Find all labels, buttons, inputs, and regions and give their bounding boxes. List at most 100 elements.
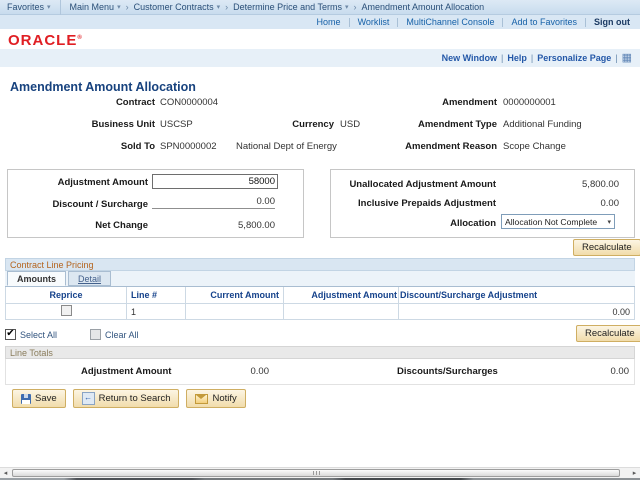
main-menu[interactable]: Main Menu ▾	[70, 2, 121, 12]
scroll-right-arrow[interactable]: ▸	[629, 468, 640, 478]
col-header-current-amount: Current Amount	[185, 287, 284, 304]
scrollbar-thumb[interactable]	[12, 469, 620, 477]
link-divider	[585, 17, 586, 27]
adjustment-amount-input[interactable]	[152, 174, 278, 189]
worklist-link[interactable]: Worklist	[358, 17, 390, 27]
table-row: 1 0.00	[5, 303, 635, 320]
recalculate-button-top[interactable]: Recalculate	[573, 239, 640, 256]
link-divider	[502, 17, 504, 27]
amendment-reason-value: Scope Change	[503, 141, 566, 152]
line-totals-row: Adjustment Amount 0.00 Discounts/Surchar…	[5, 359, 635, 385]
adjustment-amount-label: Adjustment Amount	[57, 177, 148, 188]
add-to-favorites-link[interactable]: Add to Favorites	[511, 17, 577, 27]
allocation-group-box: Unallocated Adjustment Amount 5,800.00 I…	[330, 169, 635, 238]
personalize-page-link[interactable]: Personalize Page	[537, 53, 611, 63]
sold-to-value: SPN0000002	[160, 141, 217, 152]
amendment-type-label: Amendment Type	[417, 119, 497, 130]
amendment-reason-label: Amendment Reason	[405, 141, 497, 152]
crumb-label: Amendment Amount Allocation	[361, 2, 485, 12]
section-header: Contract Line Pricing	[5, 258, 635, 271]
save-icon	[21, 393, 31, 404]
totals-adjustment-value: 0.00	[250, 366, 270, 377]
clear-all-label: Clear All	[105, 329, 139, 340]
recalculate-button-bottom[interactable]: Recalculate	[576, 325, 640, 342]
registered-mark: ®	[77, 35, 83, 41]
scroll-left-arrow[interactable]: ◂	[0, 468, 11, 478]
breadcrumb-separator-icon: ›	[125, 2, 129, 12]
reprice-checkbox[interactable]	[60, 305, 72, 316]
chevron-down-icon: ▾	[216, 3, 221, 11]
crumb-label: Determine Price and Terms	[233, 2, 342, 12]
unallocated-adjustment-value: 5,800.00	[582, 179, 619, 190]
pricing-table-header-row: Reprice Line # Current Amount Adjustment…	[5, 287, 635, 304]
favorites-label: Favorites	[7, 2, 45, 12]
link-divider	[348, 17, 350, 27]
chevron-down-icon: ▾	[117, 3, 121, 11]
breadcrumb-separator-icon: ›	[353, 2, 357, 12]
net-change-label: Net Change	[95, 220, 148, 231]
logo-band: ORACLE®	[0, 29, 640, 49]
link-pipe: |	[530, 53, 534, 63]
business-unit-value: USCSP	[160, 119, 193, 130]
tab-detail[interactable]: Detail	[68, 271, 112, 286]
favorites-menu[interactable]: Favorites ▾	[7, 2, 51, 12]
multichannel-console-link[interactable]: MultiChannel Console	[406, 17, 494, 27]
line-number-cell: 1	[126, 303, 186, 320]
business-unit-label: Business Unit	[91, 119, 155, 130]
page-title: Amendment Amount Allocation	[10, 80, 196, 94]
allocation-dropdown[interactable]: Allocation Not Complete ▾	[501, 214, 615, 229]
horizontal-scrollbar[interactable]: ◂ ▸	[0, 467, 640, 478]
currency-label: Currency	[292, 119, 334, 130]
header-links-bar: Home Worklist MultiChannel Console Add t…	[0, 15, 640, 29]
select-all-link[interactable]: ✔ Select All	[5, 329, 57, 340]
notify-envelope-icon	[195, 393, 209, 404]
breadcrumb-divider	[59, 0, 61, 15]
breadcrumb-separator-icon: ›	[225, 2, 229, 12]
select-all-label: Select All	[20, 329, 58, 340]
new-window-link[interactable]: New Window	[442, 53, 497, 63]
discount-adjustment-cell: 0.00	[398, 303, 635, 320]
chevron-down-icon: ▾	[345, 3, 349, 11]
inclusive-prepaids-value: 0.00	[600, 198, 620, 209]
clear-all-link[interactable]: Clear All	[90, 329, 139, 340]
amendment-value: 0000000001	[503, 97, 556, 108]
contract-label: Contract	[115, 97, 155, 108]
scrollbar-grip	[313, 471, 320, 475]
discount-surcharge-value: 0.00	[152, 196, 275, 209]
breadcrumb-current-page: Amendment Amount Allocation	[362, 2, 485, 12]
link-pipe: |	[501, 53, 504, 63]
link-pipe: |	[615, 53, 618, 63]
utility-bar: New Window | Help | Personalize Page | ▦	[0, 49, 640, 67]
unallocated-adjustment-label: Unallocated Adjustment Amount	[349, 179, 496, 190]
totals-discounts-value: 0.00	[610, 366, 630, 377]
totals-adjustment-label: Adjustment Amount	[81, 366, 172, 377]
line-totals-section: Line Totals Adjustment Amount 0.00 Disco…	[5, 346, 635, 385]
pricing-table: Reprice Line # Current Amount Adjustment…	[5, 287, 635, 320]
amendment-label: Amendment	[442, 97, 497, 108]
adjustment-group-box: Adjustment Amount Discount / Surcharge 0…	[7, 169, 304, 238]
personalize-layout-icon[interactable]: ▦	[622, 52, 632, 64]
notify-button[interactable]: Notify	[186, 389, 246, 408]
link-divider	[397, 17, 399, 27]
net-change-value: 5,800.00	[238, 220, 275, 231]
inclusive-prepaids-label: Inclusive Prepaids Adjustment	[358, 198, 496, 209]
sign-out-link[interactable]: Sign out	[594, 17, 630, 27]
save-button[interactable]: Save	[12, 389, 66, 408]
col-header-reprice: Reprice	[5, 287, 127, 304]
breadcrumb: Favorites ▾ Main Menu ▾ › Customer Contr…	[0, 0, 640, 15]
crumb-label: Customer Contracts	[133, 2, 214, 12]
main-menu-label: Main Menu	[69, 2, 115, 12]
breadcrumb-customer-contracts[interactable]: Customer Contracts ▾	[134, 2, 221, 12]
action-toolbar: Save ← Return to Search Notify	[12, 389, 246, 408]
help-link[interactable]: Help	[507, 53, 527, 63]
chevron-down-icon: ▾	[47, 3, 51, 11]
sold-to-label: Sold To	[120, 141, 155, 152]
home-link[interactable]: Home	[317, 17, 341, 27]
tab-amounts[interactable]: Amounts	[7, 271, 66, 286]
return-to-search-button[interactable]: ← Return to Search	[72, 389, 180, 408]
chevron-down-icon: ▾	[607, 218, 611, 226]
breadcrumb-determine-price[interactable]: Determine Price and Terms ▾	[233, 2, 348, 12]
sold-to-name: National Dept of Energy	[236, 141, 337, 152]
contract-line-pricing-section: Contract Line Pricing Amounts Detail Rep…	[5, 258, 635, 320]
return-to-search-label: Return to Search	[98, 393, 171, 404]
